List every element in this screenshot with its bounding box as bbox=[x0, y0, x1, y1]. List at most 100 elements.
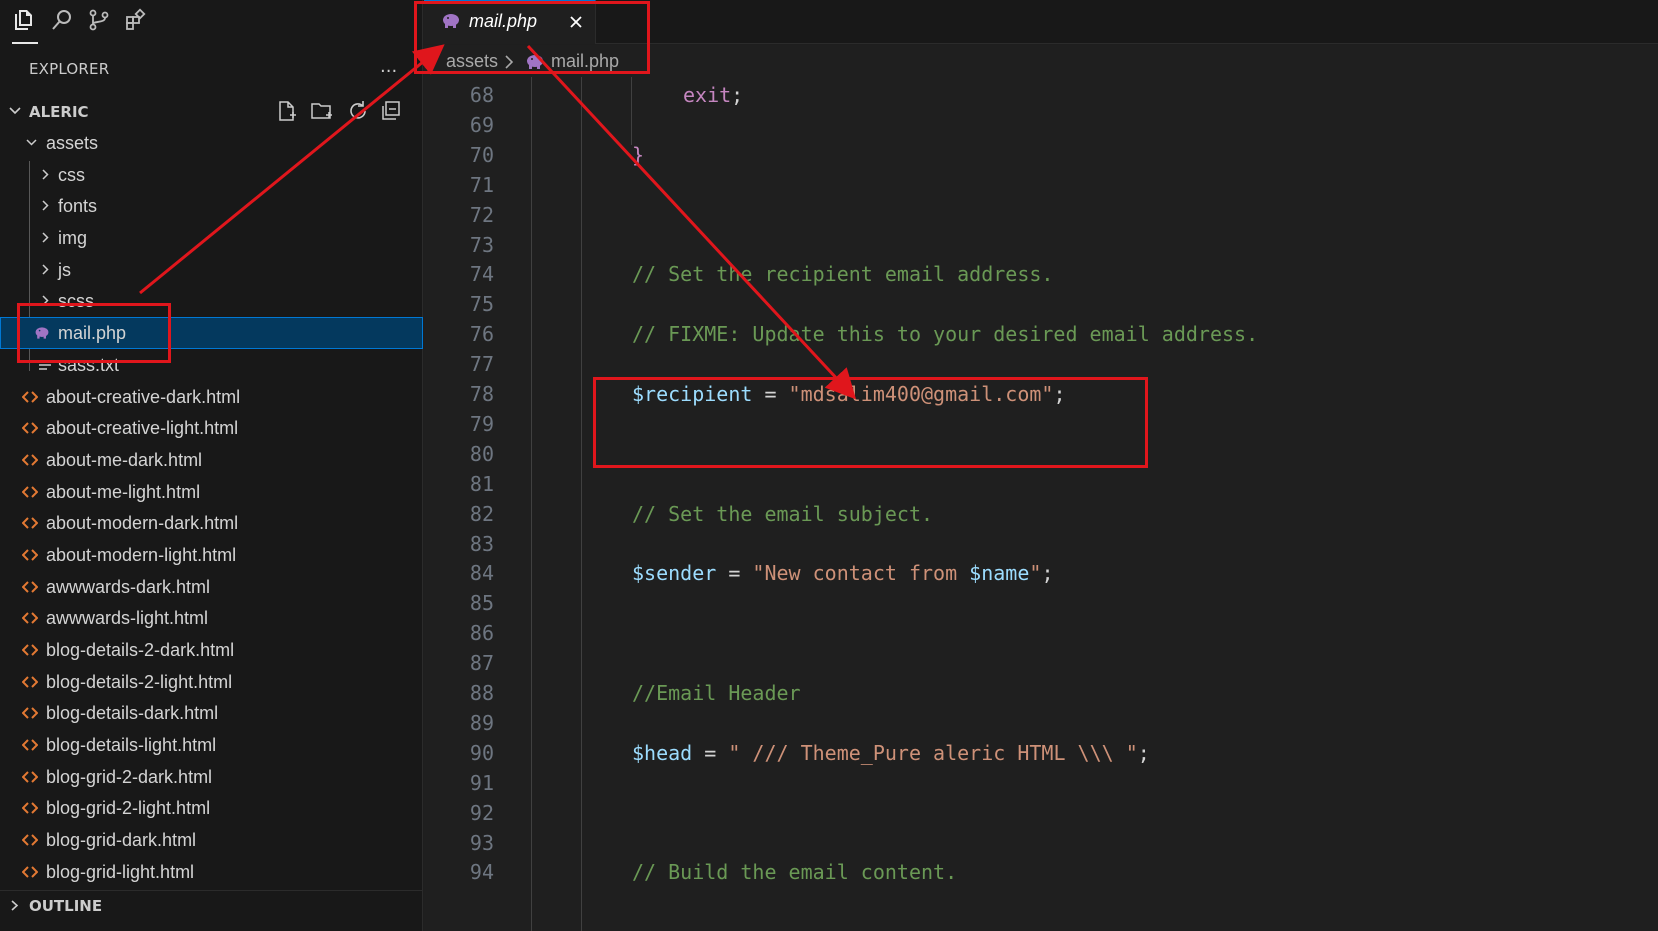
line-number: 92 bbox=[469, 800, 494, 825]
extensions-icon[interactable] bbox=[124, 8, 150, 34]
code-token: } bbox=[632, 142, 645, 167]
code-line: 82 // Set the email subject. bbox=[424, 498, 1658, 530]
tab-mail-php[interactable]: mail.php bbox=[424, 0, 596, 44]
tree-item[interactable]: sass.txt bbox=[0, 349, 423, 381]
refresh-icon[interactable] bbox=[346, 100, 368, 122]
code-line: 71 bbox=[424, 169, 1658, 201]
html-file-icon bbox=[22, 771, 38, 783]
tree-item-label: assets bbox=[46, 133, 99, 153]
outline-section[interactable]: OUTLINE bbox=[0, 890, 423, 918]
tree-item[interactable]: img bbox=[0, 222, 423, 254]
code-line: 73 bbox=[424, 229, 1658, 261]
code-token: $name bbox=[969, 561, 1030, 586]
line-number: 68 bbox=[469, 83, 494, 107]
tree-item-label: awwwards-light.html bbox=[46, 608, 209, 629]
tree-item[interactable]: about-modern-light.html bbox=[0, 539, 423, 571]
tree-item[interactable]: js bbox=[0, 254, 423, 286]
tree-item[interactable]: fonts bbox=[0, 190, 423, 222]
tree-item[interactable]: about-creative-light.html bbox=[0, 412, 423, 444]
code-line: 81 bbox=[424, 468, 1658, 500]
code-token: = bbox=[752, 382, 789, 406]
tree-item[interactable]: blog-grid-2-light.html bbox=[0, 792, 423, 824]
chevron-right-icon bbox=[42, 169, 49, 180]
code-line: 69 bbox=[424, 109, 1658, 141]
code-token: // Set the email subject. bbox=[632, 501, 934, 526]
breadcrumb-folder[interactable]: assets bbox=[446, 51, 498, 72]
code-content: } bbox=[632, 143, 644, 167]
tree-item[interactable]: blog-grid-light.html bbox=[0, 856, 423, 888]
tree-item[interactable]: about-me-dark.html bbox=[0, 444, 423, 476]
html-file-icon bbox=[22, 580, 38, 593]
code-token: $head bbox=[632, 740, 693, 765]
php-elephant-icon bbox=[443, 14, 459, 28]
tree-item-label: blog-details-dark.html bbox=[46, 703, 219, 724]
tree-item-label: sass.txt bbox=[58, 354, 120, 375]
line-number: 78 bbox=[469, 382, 494, 406]
tree-item[interactable]: about-modern-dark.html bbox=[0, 507, 423, 539]
tree-item[interactable]: mail.php bbox=[0, 317, 423, 349]
tree-item[interactable]: about-creative-dark.html bbox=[0, 381, 423, 413]
tab-bar: mail.php bbox=[424, 0, 1658, 44]
code-line: 87 bbox=[424, 647, 1658, 679]
code-line: 77 bbox=[424, 348, 1658, 380]
code-token: // FIXME: Update this to your desired em… bbox=[632, 322, 1259, 347]
files-icon[interactable] bbox=[12, 8, 38, 44]
tree-item[interactable]: about-me-light.html bbox=[0, 476, 423, 508]
explorer-title: EXPLORER bbox=[29, 60, 110, 78]
more-actions-icon[interactable]: ... bbox=[380, 56, 397, 77]
line-number: 88 bbox=[469, 681, 494, 705]
chevron-right-icon bbox=[42, 295, 49, 306]
breadcrumb-file[interactable]: mail.php bbox=[551, 51, 619, 72]
tree-item-label: mail.php bbox=[58, 323, 127, 344]
line-number: 86 bbox=[469, 621, 494, 646]
tree-item[interactable]: blog-details-2-light.html bbox=[0, 666, 423, 698]
explorer-sidebar: EXPLORER ... ALERIC assets css fonts img js s… bbox=[0, 0, 423, 931]
line-number: 84 bbox=[469, 561, 494, 586]
code-line: 68 exit; bbox=[424, 79, 1658, 111]
search-icon[interactable] bbox=[50, 8, 76, 34]
source-control-icon[interactable] bbox=[87, 8, 113, 34]
code-line: 72 bbox=[424, 199, 1658, 231]
tree-item[interactable]: blog-details-light.html bbox=[0, 729, 423, 761]
tree-item-label: js bbox=[58, 259, 71, 280]
tree-item-label: about-creative-dark.html bbox=[46, 386, 241, 407]
html-file-icon bbox=[22, 675, 38, 688]
code-line: 85 bbox=[424, 587, 1658, 619]
code-token: // Set the recipient email address. bbox=[632, 262, 1054, 287]
code-content: exit; bbox=[683, 83, 743, 107]
new-folder-icon[interactable] bbox=[310, 100, 334, 122]
line-number: 81 bbox=[469, 471, 494, 496]
new-file-icon[interactable] bbox=[276, 100, 298, 122]
code-token: = bbox=[692, 740, 729, 765]
tree-item-label: about-modern-light.html bbox=[46, 544, 237, 565]
code-content: $sender = "New contact from $name"; bbox=[632, 561, 1053, 585]
code-line: 93 bbox=[424, 827, 1658, 859]
line-number: 74 bbox=[469, 262, 494, 287]
chevron-right-icon bbox=[42, 264, 49, 275]
tree-item[interactable]: css bbox=[0, 159, 423, 191]
tree-item[interactable]: blog-details-2-dark.html bbox=[0, 634, 423, 666]
tree-item-label: blog-details-2-dark.html bbox=[46, 640, 235, 660]
code-line: 74 // Set the recipient email address. bbox=[424, 258, 1658, 290]
tree-item-label: awwwards-dark.html bbox=[46, 576, 211, 597]
line-number: 93 bbox=[469, 830, 494, 855]
code-editor[interactable]: 68 exit; 69 70} 71 72 73 74 // Set the recipient… bbox=[424, 77, 1658, 931]
code-content: //Email Header bbox=[632, 681, 801, 705]
line-number: 79 bbox=[469, 411, 494, 436]
tree-item-label: blog-grid-2-light.html bbox=[46, 798, 211, 819]
tree-item[interactable]: blog-details-dark.html bbox=[0, 697, 423, 729]
tree-item[interactable]: awwwards-light.html bbox=[0, 602, 423, 634]
code-token: " bbox=[1029, 561, 1042, 586]
explorer-actions bbox=[274, 100, 404, 124]
close-icon[interactable] bbox=[568, 14, 584, 30]
tree-item-label: blog-details-2-light.html bbox=[46, 671, 233, 692]
tree-item[interactable]: assets bbox=[0, 127, 423, 159]
tree-item[interactable]: scss bbox=[0, 285, 423, 317]
tree-item[interactable]: blog-grid-2-dark.html bbox=[0, 761, 423, 793]
code-line: 89 bbox=[424, 707, 1658, 739]
code-content: $recipient = "mdsalim400@gmail.com"; bbox=[632, 382, 1066, 406]
tree-item[interactable]: blog-grid-dark.html bbox=[0, 824, 423, 856]
tree-item[interactable]: awwwards-dark.html bbox=[0, 571, 423, 603]
collapse-all-icon[interactable] bbox=[380, 100, 402, 122]
line-number: 70 bbox=[469, 142, 494, 167]
